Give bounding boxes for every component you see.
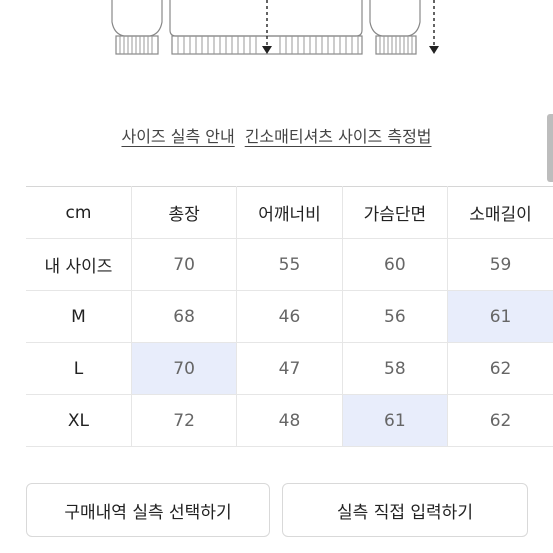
header-shoulder-width: 어깨너비	[236, 186, 343, 239]
table-cell-highlighted: 61	[341, 394, 449, 447]
table-cell: 68	[130, 290, 238, 343]
table-cell-highlighted: 61	[447, 290, 553, 343]
table-cell: 70	[130, 238, 238, 291]
table-row-xl: XL 72 48 61 62	[26, 394, 553, 447]
table-row-m: M 68 46 56 61	[26, 290, 553, 343]
table-cell: 58	[341, 342, 449, 395]
table-cell: 60	[341, 238, 449, 291]
header-sleeve-length: 소매길이	[447, 186, 553, 239]
table-header-row: cm 총장 어깨너비 가슴단면 소매길이	[26, 186, 553, 239]
row-label: XL	[26, 394, 132, 447]
table-cell: 72	[130, 394, 238, 447]
table-cell: 46	[236, 290, 343, 343]
row-label: 내 사이즈	[26, 238, 132, 291]
row-label: M	[26, 290, 132, 343]
table-cell: 62	[447, 342, 553, 395]
table-cell: 55	[236, 238, 343, 291]
size-info-links: 사이즈 실측 안내 긴소매티셔츠 사이즈 측정법	[0, 123, 553, 147]
table-cell: 62	[447, 394, 553, 447]
header-unit: cm	[26, 186, 132, 239]
table-cell: 56	[341, 290, 449, 343]
table-cell: 48	[236, 394, 343, 447]
table-cell: 47	[236, 342, 343, 395]
select-from-purchase-history-button[interactable]: 구매내역 실측 선택하기	[26, 483, 270, 537]
size-table: cm 총장 어깨너비 가슴단면 소매길이 내 사이즈 70 55 60 59 M…	[26, 186, 553, 447]
scrollbar-thumb[interactable]	[547, 114, 553, 182]
table-cell-highlighted: 70	[130, 342, 238, 395]
size-guide-link[interactable]: 사이즈 실측 안내	[121, 127, 234, 146]
header-total-length: 총장	[130, 186, 238, 239]
enter-measurements-directly-button[interactable]: 실측 직접 입력하기	[282, 483, 528, 537]
row-label: L	[26, 342, 132, 395]
tshirt-measurement-illustration	[111, 0, 439, 55]
header-chest-width: 가슴단면	[341, 186, 449, 239]
table-row-l: L 70 47 58 62	[26, 342, 553, 395]
table-row-my-size: 내 사이즈 70 55 60 59	[26, 238, 553, 291]
table-cell: 59	[447, 238, 553, 291]
measure-method-link[interactable]: 긴소매티셔츠 사이즈 측정법	[245, 127, 432, 146]
